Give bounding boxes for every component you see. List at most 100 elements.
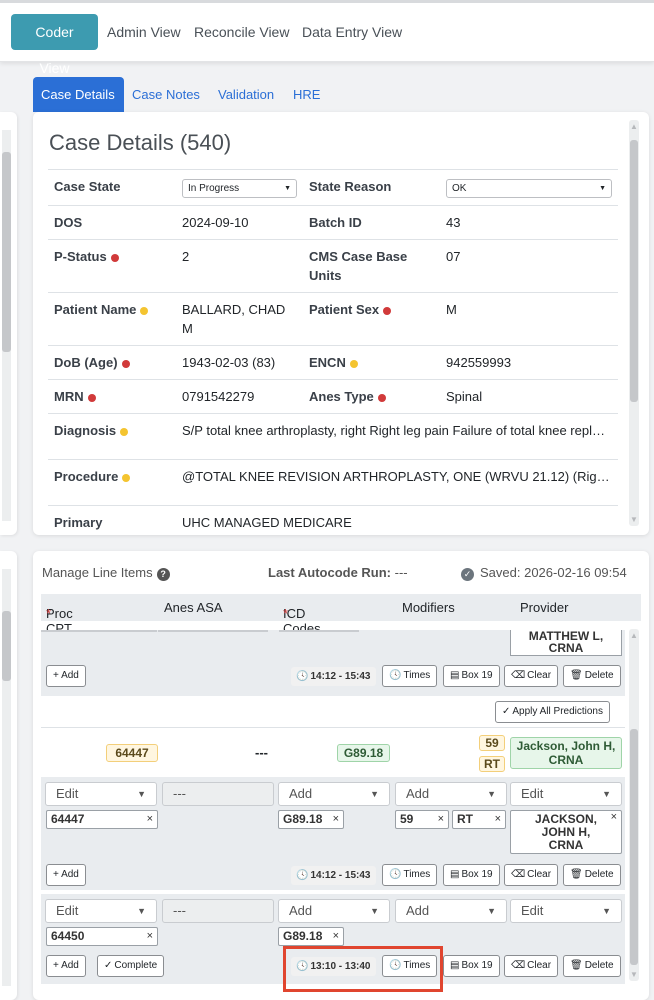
cpt-tag[interactable]: 64447 × bbox=[46, 810, 158, 829]
scroll-down-icon[interactable]: ▼ bbox=[629, 970, 639, 979]
case-details-scroll-thumb[interactable] bbox=[630, 140, 638, 402]
chevron-down-icon: ▼ bbox=[137, 906, 146, 916]
times-button[interactable]: 🕓 Times bbox=[382, 665, 438, 687]
modifiers-select[interactable]: Add ▼ bbox=[395, 782, 507, 806]
help-icon[interactable]: ? bbox=[156, 568, 170, 581]
cpt-tag[interactable]: 64450 × bbox=[46, 927, 158, 946]
p-status-label: P-Status bbox=[48, 239, 176, 293]
case-details-scrollbar[interactable]: ▲ ▼ bbox=[629, 120, 639, 526]
box19-label: Box 19 bbox=[461, 960, 493, 971]
tab-case-details[interactable]: Case Details bbox=[33, 77, 124, 112]
select-value: Edit bbox=[56, 903, 79, 918]
scroll-up-icon[interactable]: ▲ bbox=[629, 631, 639, 640]
box19-button[interactable]: ▤ Box 19 bbox=[443, 665, 500, 687]
predicted-provider-chip[interactable]: Jackson, John H, CRNA bbox=[510, 737, 622, 769]
remove-icon[interactable]: × bbox=[147, 811, 153, 828]
eraser-icon: ⌫ bbox=[511, 869, 526, 880]
scroll-up-icon[interactable]: ▲ bbox=[629, 122, 639, 131]
predicted-modifier-chip[interactable]: 59 bbox=[479, 735, 505, 751]
left-panel-scroll-thumb[interactable] bbox=[2, 152, 11, 352]
complete-button[interactable]: ✓ Complete bbox=[97, 955, 165, 977]
highlight-box bbox=[283, 946, 443, 992]
tab-validation[interactable]: Validation bbox=[210, 77, 282, 112]
tab-case-notes[interactable]: Case Notes bbox=[124, 77, 208, 112]
clear-button[interactable]: ⌫ Clear bbox=[504, 665, 559, 687]
coder-view-button[interactable]: Coder View bbox=[11, 14, 98, 76]
admin-view-button[interactable]: Admin View bbox=[99, 14, 189, 50]
remove-icon[interactable]: × bbox=[438, 811, 444, 828]
reconcile-view-button[interactable]: Reconcile View bbox=[186, 14, 297, 50]
left-panel-bottom bbox=[0, 551, 17, 1000]
state-reason-select[interactable]: OK ▼ bbox=[446, 179, 612, 198]
add-button[interactable]: + Add bbox=[46, 665, 86, 687]
line-items-scrollbar[interactable]: ▲ ▼ bbox=[629, 629, 639, 981]
select-value: Add bbox=[406, 786, 430, 801]
data-entry-view-button[interactable]: Data Entry View bbox=[294, 14, 410, 50]
predicted-icd-chip[interactable]: G89.18 bbox=[337, 744, 390, 762]
box19-button[interactable]: ▤ Box 19 bbox=[443, 955, 500, 977]
remove-icon[interactable]: × bbox=[495, 811, 501, 828]
diagnosis-label-text: Diagnosis bbox=[54, 423, 117, 438]
scroll-down-icon[interactable]: ▼ bbox=[629, 515, 639, 524]
remove-icon[interactable]: × bbox=[611, 811, 617, 824]
select-value: Add bbox=[289, 903, 313, 918]
delete-button[interactable]: 🗑 Delete bbox=[563, 955, 621, 977]
status-dot-yellow bbox=[140, 306, 149, 315]
icd-tag[interactable]: G89.18 × bbox=[278, 927, 344, 946]
field-edge bbox=[279, 630, 359, 632]
modifiers-select[interactable]: Add ▼ bbox=[395, 899, 507, 923]
times-button[interactable]: 🕓 Times bbox=[382, 864, 438, 886]
case-state-label: Case State bbox=[48, 169, 176, 206]
icd-codes-select[interactable]: Add ▼ bbox=[278, 899, 390, 923]
tab-hre[interactable]: HRE bbox=[285, 77, 328, 112]
modifier-tag[interactable]: 59 × bbox=[395, 810, 449, 829]
apply-all-predictions-button[interactable]: ✓ Apply All Predictions bbox=[495, 701, 610, 723]
chevron-down-icon: ▼ bbox=[137, 789, 146, 799]
icd-codes-select[interactable]: Add ▼ bbox=[278, 782, 390, 806]
status-dot-red bbox=[110, 253, 119, 262]
provider-tag[interactable]: MATTHEW L, CRNA bbox=[510, 630, 622, 656]
remove-icon[interactable]: × bbox=[147, 928, 153, 945]
add-button[interactable]: + Add bbox=[46, 864, 86, 886]
delete-button[interactable]: 🗑 Delete bbox=[563, 864, 621, 886]
predicted-modifier-chip[interactable]: RT bbox=[479, 756, 505, 772]
clear-button[interactable]: ⌫ Clear bbox=[504, 864, 559, 886]
field-edge bbox=[158, 630, 268, 632]
line-items-scroll-thumb[interactable] bbox=[630, 729, 638, 965]
select-value: Edit bbox=[521, 903, 544, 918]
remove-icon[interactable]: × bbox=[333, 928, 339, 945]
case-state-value: In Progress bbox=[188, 183, 240, 194]
field-edge bbox=[41, 630, 157, 632]
clock-icon: 🕓 bbox=[296, 671, 309, 682]
document-icon: ▤ bbox=[450, 670, 460, 681]
modifier-tag[interactable]: RT × bbox=[452, 810, 506, 829]
chevron-down-icon: ▼ bbox=[602, 906, 611, 916]
chevron-down-icon: ▼ bbox=[370, 789, 379, 799]
left-panel-bottom-scroll-thumb[interactable] bbox=[2, 611, 11, 681]
clear-button[interactable]: ⌫ Clear bbox=[504, 955, 559, 977]
remove-icon[interactable]: × bbox=[333, 811, 339, 828]
divider bbox=[41, 727, 625, 728]
clock-icon: 🕓 bbox=[296, 870, 309, 881]
state-reason-value: OK bbox=[452, 183, 467, 194]
provider-select[interactable]: Edit ▼ bbox=[510, 782, 622, 806]
case-state-select[interactable]: In Progress ▼ bbox=[182, 179, 297, 198]
left-panel-top bbox=[0, 112, 17, 535]
tag-value: RT bbox=[457, 812, 473, 826]
anes-asa-input[interactable]: --- bbox=[162, 899, 274, 923]
add-button[interactable]: + Add bbox=[46, 955, 86, 977]
box19-button[interactable]: ▤ Box 19 bbox=[443, 864, 500, 886]
col-anes-asa: Anes ASA bbox=[164, 600, 223, 615]
proc-cpt-select[interactable]: Edit ▼ bbox=[45, 899, 157, 923]
predicted-cpt-chip[interactable]: 64447 bbox=[106, 744, 158, 762]
anes-asa-input[interactable]: --- bbox=[162, 782, 274, 806]
tag-value: JACKSON, JOHN H, CRNA bbox=[534, 812, 597, 852]
icd-tag[interactable]: G89.18 × bbox=[278, 810, 344, 829]
encn-label: ENCN bbox=[303, 345, 440, 380]
delete-button[interactable]: 🗑 Delete bbox=[563, 665, 621, 687]
provider-tag[interactable]: JACKSON, JOHN H, CRNA × bbox=[510, 810, 622, 854]
mrn-label: MRN bbox=[48, 379, 176, 414]
clock-icon: 🕓 bbox=[389, 670, 402, 681]
proc-cpt-select[interactable]: Edit ▼ bbox=[45, 782, 157, 806]
provider-select[interactable]: Edit ▼ bbox=[510, 899, 622, 923]
